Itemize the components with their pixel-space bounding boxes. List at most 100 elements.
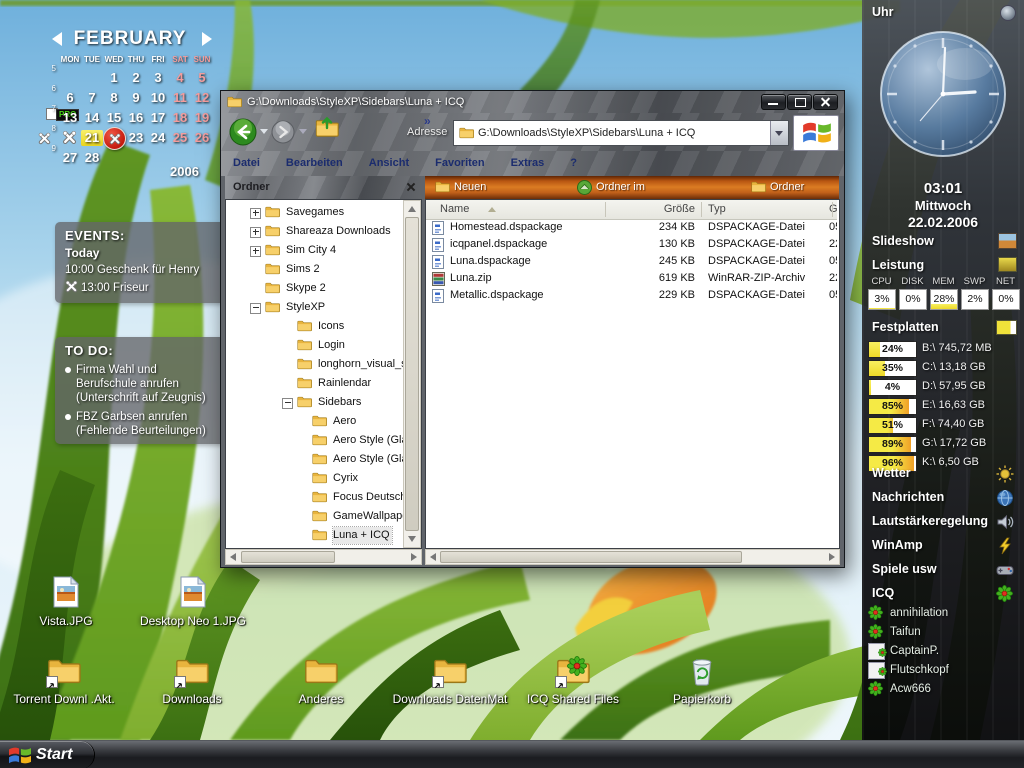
sidebar-performance-title[interactable]: Leistung [872,258,924,272]
folder-icon [297,395,312,407]
maximize-button[interactable] [787,94,812,110]
drive-usage-value: 4% [869,380,916,395]
collapse-icon[interactable] [250,303,261,314]
tree-item[interactable]: Aero Style (Glas [226,451,403,468]
file-name: icqpanel.dspackage [450,236,600,253]
tree-item[interactable]: Aero Style (Glas [226,432,403,449]
file-type: DSPACKAGE-Datei [708,219,826,236]
tree-item[interactable]: Rainlendar [226,375,403,392]
menu-item-datei[interactable]: Datei [229,151,264,176]
calendar-day: 8 [103,90,125,106]
contact-name[interactable]: annihilation [890,605,948,621]
tree-item[interactable]: Shareaza Downloads [226,223,403,240]
tree-item[interactable]: Login [226,337,403,354]
desktop-icon[interactable]: Anderes [246,658,396,716]
contact-name[interactable]: Flutschkopf [890,662,949,678]
calendar-dow: SUN [191,55,213,64]
tree-item[interactable]: Skype 2 [226,280,403,297]
file-row[interactable]: icqpanel.dspackage130 KBDSPACKAGE-Datei2… [426,236,837,253]
folders-close-icon[interactable] [405,181,417,193]
contact-name[interactable]: CaptainP. [890,643,939,659]
forward-button[interactable] [271,120,295,149]
desktop-icon[interactable]: Papierkorb [627,658,777,716]
start-button[interactable]: Start [0,741,95,768]
file-row[interactable]: Luna.zip619 KBWinRAR-ZIP-Archiv22 [426,270,837,287]
folder-icon [265,262,280,274]
sidebar-section-sun[interactable]: Wetter [872,466,911,480]
windows-logo [793,115,839,151]
minimize-button[interactable] [761,94,786,110]
tree-item[interactable]: Sidebars [226,394,403,411]
metric-label: MEM [930,276,957,287]
menu-item-bearbeiten[interactable]: Bearbeiten [282,151,347,176]
file-row[interactable]: Homestead.dspackage234 KBDSPACKAGE-Datei… [426,219,837,236]
metric-label: DISK [899,276,926,287]
column-header-0[interactable]: Name [440,200,590,219]
back-dropdown-icon[interactable] [260,129,268,134]
contact-name[interactable]: Taifun [890,624,921,640]
up-folder-button[interactable] [315,119,339,143]
tree-item[interactable]: Sim City 4 [226,242,403,259]
menu-item-extras[interactable]: Extras [507,151,549,176]
tree-item[interactable]: Luna + ICQ [226,527,403,544]
calendar-next-icon[interactable] [202,32,212,46]
tree-item[interactable]: Sims 2 [226,261,403,278]
folder-icon [312,414,327,426]
sidebar-section-icq-flower[interactable]: ICQ [872,586,894,600]
desktop-icon[interactable]: Downloads [117,658,267,716]
metric-value: 3% [869,290,895,309]
picture-mini-icon [998,233,1017,249]
tree-vscrollbar[interactable] [403,200,421,548]
tree-item[interactable]: Savegames [226,204,403,221]
close-button[interactable] [813,94,838,110]
tree-item[interactable]: Cyrix [226,470,403,487]
file-row[interactable]: Luna.dspackage245 KBDSPACKAGE-Datei05 [426,253,837,270]
sidebar-slideshow-title[interactable]: Slideshow [872,234,934,248]
metric-box: 2% [961,289,989,310]
tree-item[interactable]: longhorn_visual_sty [226,356,403,373]
menu-item-favoriten[interactable]: Favoriten [431,151,489,176]
files-hscrollbar[interactable] [425,549,840,565]
tree-item[interactable]: Focus Deutsch [226,489,403,506]
calendar-month-title: FEBRUARY [64,28,196,50]
desktop-icon[interactable]: ICQ Shared Files [498,658,648,716]
back-button[interactable] [229,118,257,151]
desktop-icon[interactable]: Desktop Neo 1.JPG [118,580,268,638]
sidebar-section-speaker[interactable]: Lautstärkeregelung [872,514,988,528]
calendar-event-day-icon [103,127,126,150]
address-bar[interactable]: G:\Downloads\StyleXP\Sidebars\Luna + ICQ [453,120,789,146]
sidebar-section-lightning[interactable]: WinAmp [872,538,923,552]
folder-icon [297,376,312,388]
menu-item-ansicht[interactable]: Ansicht [365,151,413,176]
collapse-icon[interactable] [282,398,293,409]
file-date: 05 [829,253,837,270]
folder-icon [227,95,242,113]
expand-icon[interactable] [250,246,261,257]
image-icon [180,576,214,606]
calendar-prev-icon[interactable] [52,32,62,46]
expand-icon[interactable] [250,208,261,219]
menu-item-help[interactable]: ? [566,151,581,176]
column-separator [832,202,833,217]
contact-name[interactable]: Acw666 [890,681,931,697]
desktop-icon-label: ICQ Shared Files [498,692,648,706]
address-dropdown-button[interactable] [770,121,788,145]
sidebar-section-globe[interactable]: Nachrichten [872,490,944,504]
sidebar-drives-title[interactable]: Festplatten [872,320,939,334]
file-row[interactable]: Metallic.dspackage229 KBDSPACKAGE-Datei0… [426,287,837,304]
column-header-2[interactable]: Typ [708,200,818,219]
metric-box: 0% [992,289,1020,310]
sidebar-clock-title[interactable]: Uhr [872,5,894,19]
column-header-1[interactable]: Größe [595,200,695,219]
tree-item[interactable]: GameWallpaper [226,508,403,525]
tree-item[interactable]: Aero [226,413,403,430]
tree-item[interactable]: StyleXP [226,299,403,316]
tree-item[interactable]: Icons [226,318,403,335]
explorer-window: G:\Downloads\StyleXP\Sidebars\Luna + ICQ… [220,90,845,568]
sidebar-section-gamepad[interactable]: Spiele usw [872,562,937,576]
calendar-dow: THU [125,55,147,64]
taskband-item[interactable]: Ordner [770,176,804,199]
forward-dropdown-icon[interactable] [299,129,307,134]
expand-icon[interactable] [250,227,261,238]
tree-hscrollbar[interactable] [225,549,422,565]
